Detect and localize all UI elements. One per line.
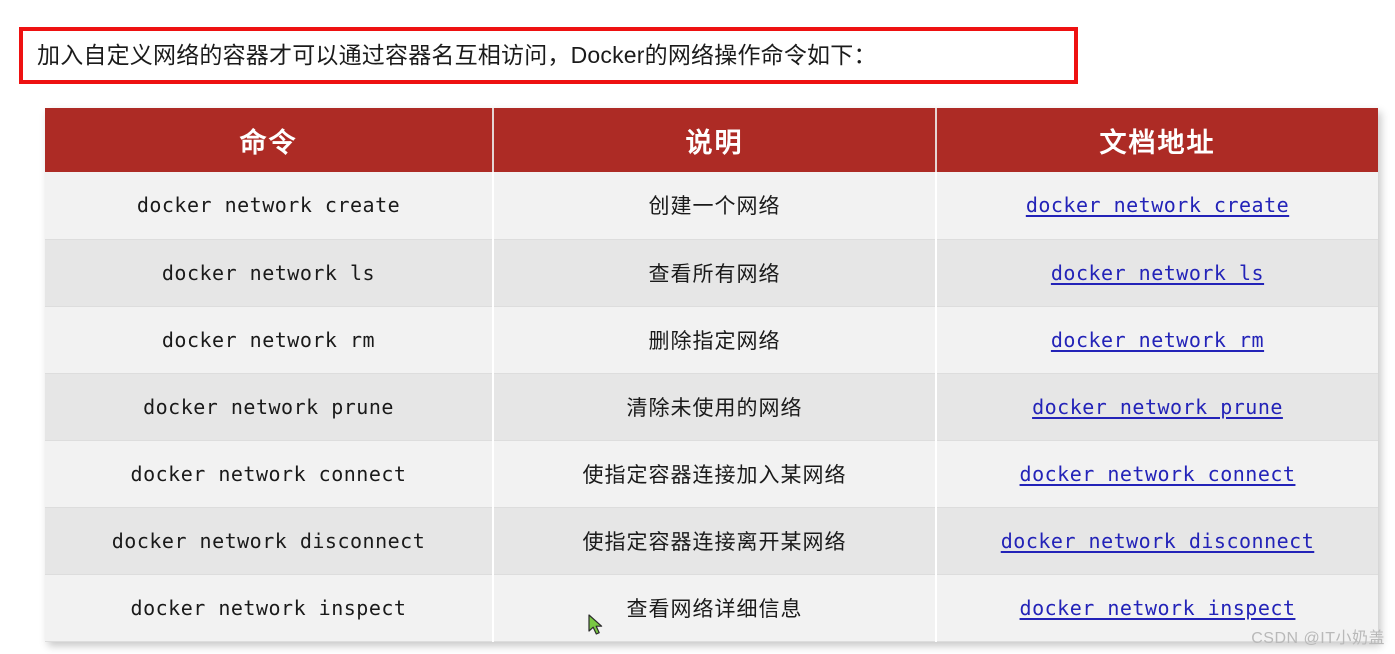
column-header-command: 命令 <box>45 108 494 172</box>
cell-description: 查看网络详细信息 <box>493 574 937 642</box>
table-row: docker network ls 查看所有网络 docker network ls <box>45 239 1378 307</box>
callout-box: 加入自定义网络的容器才可以通过容器名互相访问，Docker的网络操作命令如下： <box>19 27 1078 84</box>
column-header-description: 说明 <box>493 108 937 172</box>
table-header-row: 命令 说明 文档地址 <box>45 108 1378 172</box>
cell-doc-url: docker network disconnect <box>936 507 1378 575</box>
table-row: docker network inspect 查看网络详细信息 docker net… <box>45 574 1378 642</box>
cell-doc-url: docker network prune <box>936 373 1378 441</box>
cell-doc-url: docker network create <box>936 172 1378 240</box>
cell-description: 创建一个网络 <box>493 172 937 240</box>
cell-description: 查看所有网络 <box>493 239 937 307</box>
cell-command: docker network ls <box>45 239 494 307</box>
doc-link[interactable]: docker network prune <box>1032 395 1283 419</box>
table-row: docker network create 创建一个网络 docker networ… <box>45 172 1378 240</box>
cell-doc-url: docker network ls <box>936 239 1378 307</box>
doc-link[interactable]: docker network rm <box>1051 328 1264 352</box>
callout-text: 加入自定义网络的容器才可以通过容器名互相访问，Docker的网络操作命令如下： <box>37 41 877 68</box>
cell-command: docker network create <box>45 172 494 240</box>
cell-description: 清除未使用的网络 <box>493 373 937 441</box>
table-body: docker network create 创建一个网络 docker networ… <box>45 172 1378 642</box>
cell-description: 使指定容器连接加入某网络 <box>493 440 937 508</box>
cell-command: docker network connect <box>45 440 494 508</box>
doc-link[interactable]: docker network create <box>1026 193 1289 217</box>
cell-command: docker network prune <box>45 373 494 441</box>
cell-command: docker network disconnect <box>45 507 494 575</box>
cell-doc-url: docker network connect <box>936 440 1378 508</box>
cell-description: 删除指定网络 <box>493 306 937 374</box>
column-header-doc-url: 文档地址 <box>936 108 1378 172</box>
table-row: docker network prune 清除未使用的网络 docker netwo… <box>45 373 1378 441</box>
csdn-watermark: CSDN @IT小奶盖 <box>1251 630 1385 647</box>
doc-link[interactable]: docker network ls <box>1051 261 1264 285</box>
cell-command: docker network inspect <box>45 574 494 642</box>
docker-network-command-table: 命令 说明 文档地址 docker network create 创建一个网络 do… <box>45 108 1378 642</box>
table-row: docker network disconnect 使指定容器连接离开某网络 doc… <box>45 507 1378 575</box>
table-row: docker network connect 使指定容器连接加入某网络 docker… <box>45 440 1378 508</box>
doc-link[interactable]: docker network disconnect <box>1001 529 1315 553</box>
doc-link[interactable]: docker network inspect <box>1020 596 1296 620</box>
table-header: 命令 说明 文档地址 <box>45 108 1378 172</box>
cell-command: docker network rm <box>45 306 494 374</box>
cell-description: 使指定容器连接离开某网络 <box>493 507 937 575</box>
cell-doc-url: docker network rm <box>936 306 1378 374</box>
table-row: docker network rm 删除指定网络 docker network rm <box>45 306 1378 374</box>
doc-link[interactable]: docker network connect <box>1020 462 1296 486</box>
